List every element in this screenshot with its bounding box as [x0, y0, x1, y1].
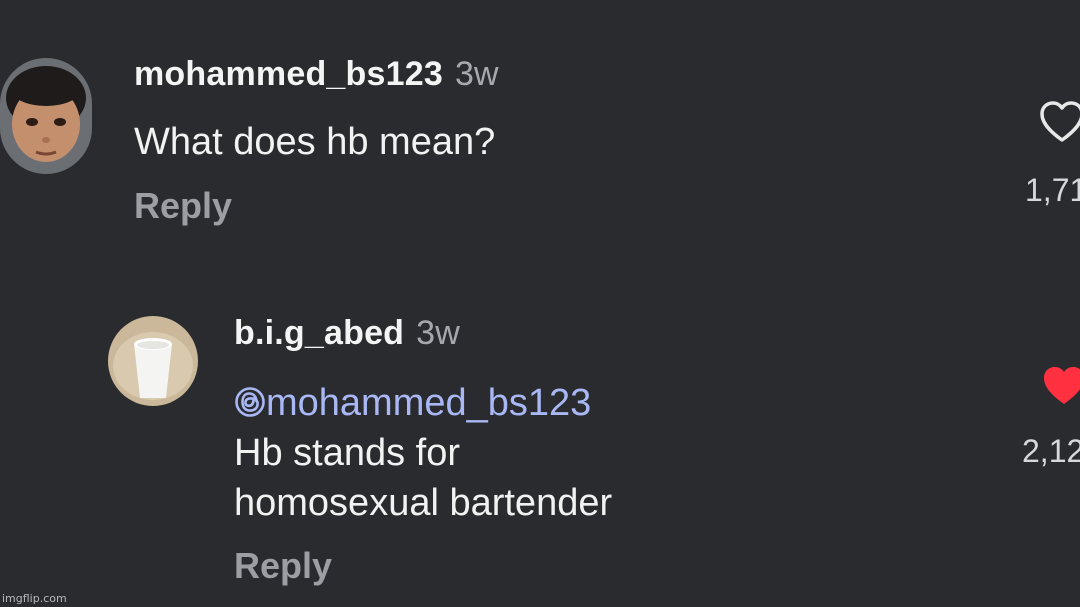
like-heart-filled-icon[interactable]	[1040, 364, 1080, 408]
like-count: 1,71	[1025, 172, 1080, 208]
reply-button[interactable]: Reply	[134, 185, 232, 227]
reply-button[interactable]: Reply	[234, 545, 332, 587]
watermark: imgflip.com	[2, 592, 67, 605]
mention-username[interactable]: mohammed_bs123	[266, 382, 591, 424]
mention-link[interactable]: mohammed_bs123	[234, 378, 591, 428]
username-text[interactable]: mohammed_bs123	[134, 55, 443, 93]
comment-time: 3w	[416, 314, 461, 352]
comment-time: 3w	[454, 55, 499, 93]
like-heart-outline-icon[interactable]	[1038, 100, 1080, 144]
comment-text-line-2: homosexual bartender	[234, 482, 613, 524]
comment-username[interactable]: mohammed_bs123 3w	[134, 55, 499, 94]
avatar-mohammed-bs123[interactable]	[0, 58, 92, 174]
like-count: 2,12	[1022, 433, 1080, 469]
threads-at-icon	[235, 387, 265, 417]
comment-text: What does hb mean?	[134, 121, 496, 163]
username-text[interactable]: b.i.g_abed	[234, 314, 404, 352]
comment-text-line-1: Hb stands for	[234, 432, 460, 474]
avatar-b-i-g-abed[interactable]	[108, 316, 198, 406]
comment-username[interactable]: b.i.g_abed 3w	[234, 314, 460, 353]
